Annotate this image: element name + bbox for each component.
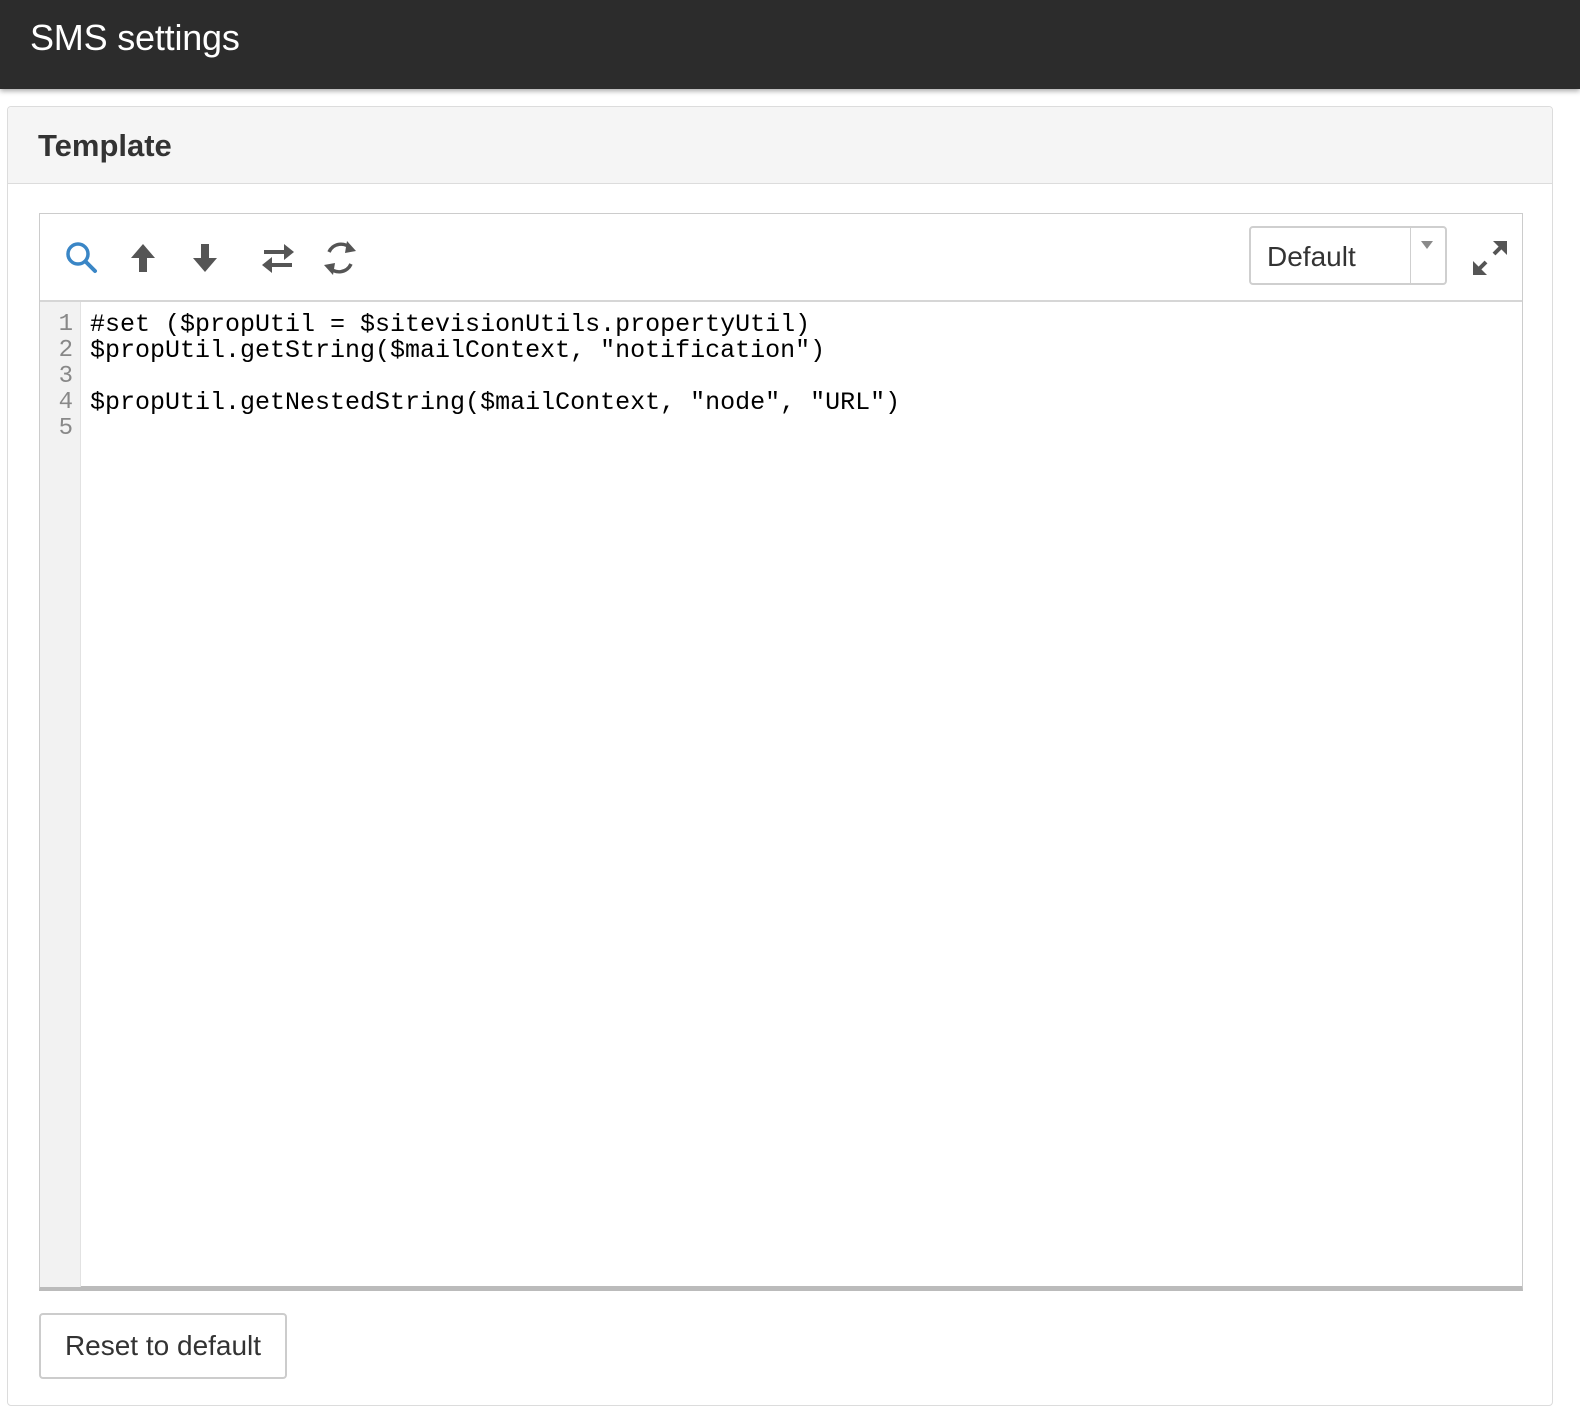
code-editor: Default 1 2 3 4 5 #set ($propUtil = $sit… bbox=[39, 213, 1523, 1291]
code-line[interactable]: $propUtil.getNestedString($mailContext, … bbox=[90, 390, 900, 416]
line-number: 1 bbox=[58, 311, 73, 338]
code-line[interactable]: #set ($propUtil = $sitevisionUtils.prope… bbox=[90, 312, 810, 338]
arrow-up-icon bbox=[131, 244, 155, 272]
panel-heading: Template bbox=[8, 107, 1552, 184]
expand-icon bbox=[1473, 241, 1507, 275]
line-number: 3 bbox=[58, 363, 73, 390]
find-previous-button[interactable] bbox=[123, 238, 163, 278]
select-divider bbox=[1410, 228, 1411, 283]
reset-to-default-button[interactable]: Reset to default bbox=[39, 1313, 287, 1379]
code-area[interactable]: 1 2 3 4 5 #set ($propUtil = $sitevisionU… bbox=[40, 302, 1522, 1287]
code-line[interactable]: $propUtil.getString($mailContext, "notif… bbox=[90, 338, 825, 364]
search-icon bbox=[66, 242, 97, 273]
line-number: 4 bbox=[58, 389, 73, 416]
theme-select[interactable]: Default bbox=[1249, 226, 1447, 285]
replace-button[interactable] bbox=[258, 238, 298, 278]
replace-all-button[interactable] bbox=[320, 238, 360, 278]
find-next-button[interactable] bbox=[185, 238, 225, 278]
panel-title: Template bbox=[38, 128, 172, 163]
arrow-down-icon bbox=[193, 244, 217, 272]
theme-select-value: Default bbox=[1267, 241, 1356, 272]
replace-icon bbox=[262, 244, 294, 273]
template-panel: Template Default 1 2 3 4 5 #set ($propUt… bbox=[7, 106, 1553, 1406]
fullscreen-button[interactable] bbox=[1470, 238, 1510, 278]
line-number: 2 bbox=[58, 337, 73, 364]
line-number: 5 bbox=[58, 415, 73, 442]
page-title: SMS settings bbox=[30, 17, 240, 58]
editor-toolbar: Default bbox=[40, 214, 1522, 302]
app-titlebar: SMS settings bbox=[0, 0, 1580, 89]
chevron-down-icon bbox=[1421, 241, 1433, 249]
refresh-icon bbox=[324, 241, 356, 275]
search-button[interactable] bbox=[62, 238, 102, 278]
line-number-gutter: 1 2 3 4 5 bbox=[40, 302, 81, 1287]
